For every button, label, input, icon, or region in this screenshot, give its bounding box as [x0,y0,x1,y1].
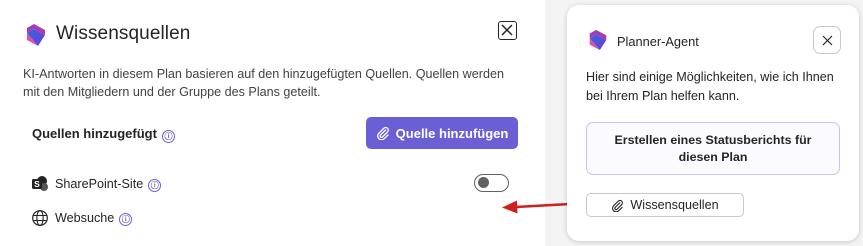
agent-title: Planner-Agent [617,34,699,49]
close-icon [501,24,513,36]
globe-icon [32,210,48,226]
info-icon[interactable]: ⓘ [148,178,162,192]
sharepoint-icon: S [32,176,48,191]
source-label-sharepoint: SharePoint-Site [55,177,144,191]
close-icon [822,35,833,46]
dialog-description: KI-Antworten in diesem Plan basieren auf… [23,67,504,99]
sources-added-heading: Quellen hinzugefügt ⓘ [32,126,175,143]
info-icon[interactable]: ⓘ [119,212,133,226]
sources-added-label: Quellen hinzugefügt [32,126,157,141]
svg-text:S: S [34,179,40,189]
info-icon[interactable]: ⓘ [161,130,175,143]
add-source-label: Quelle hinzufügen [395,125,509,141]
dialog-close-button[interactable] [498,21,517,40]
sharepoint-toggle[interactable] [474,174,509,192]
paperclip-icon [612,199,624,212]
agent-close-button[interactable] [813,26,841,54]
source-label-websearch: Websuche [55,211,115,225]
planner-agent-panel: Planner-Agent Hier sind einige Möglichke… [567,5,859,241]
add-source-button[interactable]: Quelle hinzufügen [366,117,518,149]
paperclip-icon [376,126,389,140]
planner-logo-icon [27,24,45,46]
planner-logo-icon [589,29,607,51]
status-report-suggestion-button[interactable]: Erstellen eines Statusberichts für diese… [586,122,840,175]
toggle-knob [478,177,489,188]
agent-message: Hier sind einige Möglichkeiten, wie ich … [586,70,834,103]
source-row-sharepoint: S SharePoint-Site ⓘ [31,175,162,193]
knowledge-sources-label: Wissensquellen [630,198,719,212]
dialog-title: Wissensquellen [56,23,191,44]
knowledge-sources-dialog: Wissensquellen KI-Antworten in diesem Pl… [0,0,590,246]
source-row-websearch: Websuche ⓘ [31,209,133,227]
knowledge-sources-button[interactable]: Wissensquellen [586,193,744,217]
